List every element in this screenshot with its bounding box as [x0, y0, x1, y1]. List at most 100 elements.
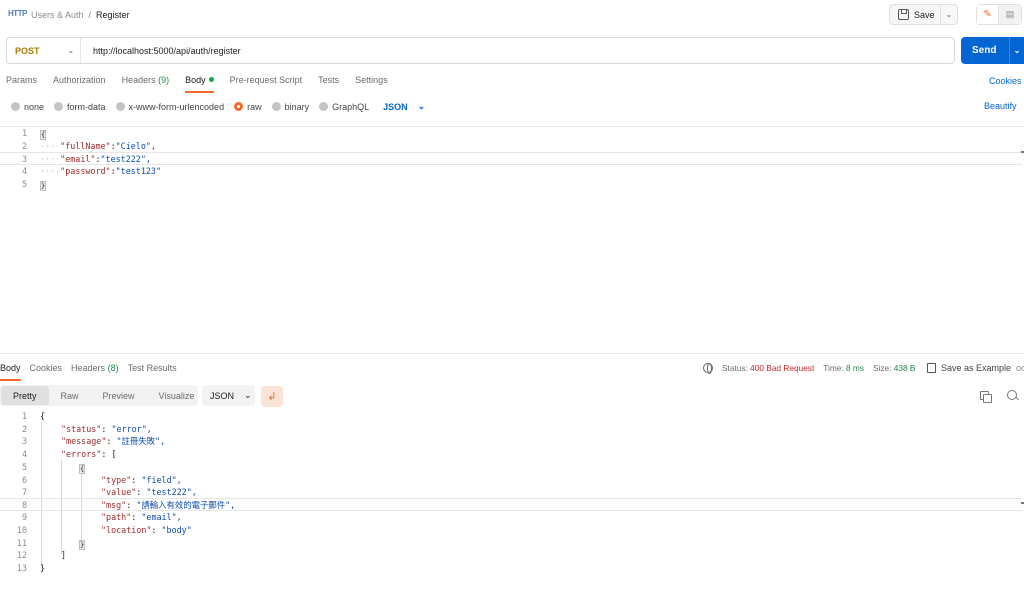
- response-tab-headers[interactable]: Headers (8): [71, 363, 119, 381]
- save-label: Save: [914, 9, 935, 20]
- body-active-dot-icon: [208, 77, 214, 82]
- editor-mode-toggle: ✎ ▤: [976, 4, 1022, 25]
- tab-pre-request-script[interactable]: Pre-request Script: [230, 75, 303, 93]
- response-line: 5 {: [0, 461, 1022, 474]
- line-number: 13: [16, 563, 27, 573]
- save-as-example-button[interactable]: Save as Example: [927, 363, 1011, 373]
- radio-selected-icon: [234, 102, 244, 111]
- body-format-select[interactable]: JSON ⌄: [383, 101, 425, 112]
- json-bracket: [: [111, 449, 117, 459]
- method-select[interactable]: POST ⌄: [7, 38, 81, 63]
- code-text: "location": "body": [101, 525, 192, 535]
- radio-circle-icon: [54, 102, 64, 111]
- save-button[interactable]: Save ⌄: [889, 4, 958, 25]
- line-number: 4: [21, 449, 27, 459]
- copy-icon[interactable]: [980, 391, 992, 403]
- response-line: 1 {: [0, 410, 1022, 423]
- radio-form-data-label: form-data: [67, 101, 106, 112]
- tab-settings[interactable]: Settings: [355, 75, 388, 93]
- radio-raw[interactable]: raw: [234, 102, 262, 112]
- tab-authorization[interactable]: Authorization: [53, 75, 106, 93]
- view-visualize[interactable]: Visualize: [147, 386, 207, 405]
- time-value[interactable]: 8 ms: [846, 363, 864, 373]
- tab-headers-label: Headers: [121, 75, 156, 85]
- response-format-select[interactable]: JSON ⌄: [202, 385, 255, 406]
- code-text: }: [40, 563, 46, 573]
- breadcrumb-separator: /: [88, 10, 92, 20]
- radio-binary[interactable]: binary: [271, 101, 310, 112]
- body-type-selector: none form-data x-www-form-urlencoded raw…: [11, 101, 425, 112]
- code-text: ]: [61, 550, 67, 560]
- radio-circle-icon: [11, 102, 20, 111]
- send-label: Send: [972, 45, 997, 56]
- line-number: 1: [21, 411, 27, 421]
- cookies-link[interactable]: Cookies: [989, 76, 1022, 86]
- search-icon[interactable]: [1007, 390, 1017, 400]
- radio-binary-label: binary: [284, 101, 310, 112]
- json-key: "location": [101, 525, 152, 535]
- radio-none[interactable]: none: [11, 102, 44, 112]
- response-body-viewer[interactable]: 1 { 2 "status": "error", 3 "message": "註…: [0, 410, 1024, 610]
- radio-form-data[interactable]: form-data: [54, 102, 106, 112]
- json-key: "fullName": [60, 141, 111, 151]
- send-button[interactable]: Send ⌄: [961, 37, 1024, 64]
- status-value[interactable]: 400 Bad Request: [750, 363, 814, 373]
- radio-graphql[interactable]: GraphQL: [319, 102, 369, 112]
- json-value: "test222",: [146, 487, 197, 497]
- response-view-selector: Pretty Raw Preview Visualize: [0, 385, 198, 406]
- radio-graphql-label: GraphQL: [332, 101, 370, 112]
- tab-body[interactable]: Body: [185, 75, 214, 93]
- radio-urlencoded[interactable]: x-www-form-urlencoded: [115, 102, 224, 112]
- line-number: 1: [21, 128, 27, 138]
- body-format-value: JSON: [383, 101, 408, 112]
- json-value: "field",: [141, 475, 182, 485]
- response-headers-count: (8): [107, 363, 119, 373]
- response-tabs: Body Cookies Headers (8) Test Results: [0, 363, 186, 381]
- response-tab-test-results[interactable]: Test Results: [128, 363, 177, 381]
- edit-mode-button[interactable]: ✎: [977, 5, 1000, 24]
- wrap-lines-icon: ↲: [267, 391, 277, 403]
- json-key: "email": [60, 154, 96, 164]
- editor-line: 4 ····"password":"test123": [0, 165, 1022, 178]
- wrap-lines-button[interactable]: ↲: [261, 386, 283, 407]
- json-key: "value": [101, 487, 137, 497]
- line-number: 9: [21, 512, 27, 522]
- save-dropdown-chevron-icon[interactable]: ⌄: [940, 5, 957, 24]
- response-line: 9 "path": "email",: [0, 511, 1022, 524]
- code-text: "message": "註冊失敗",: [61, 436, 166, 446]
- json-value: "error",: [111, 424, 152, 434]
- editor-line-current: 3 ····"email":"test222",: [0, 152, 1022, 165]
- json-key: "password": [60, 166, 111, 176]
- view-preview[interactable]: Preview: [91, 386, 147, 405]
- more-options-icon[interactable]: oo: [1016, 363, 1024, 373]
- view-raw[interactable]: Raw: [49, 386, 91, 405]
- json-value: "註冊失敗",: [116, 436, 166, 446]
- request-body-editor[interactable]: 1 { 2 ····"fullName":"Cielo", 3 ····"ema…: [0, 126, 1024, 354]
- tab-tests[interactable]: Tests: [318, 75, 339, 93]
- tab-params[interactable]: Params: [6, 75, 37, 93]
- editor-line: 1 {: [0, 127, 1022, 140]
- request-tabs: Params Authorization Headers (9) Body Pr…: [6, 75, 404, 93]
- time-label: Time:: [823, 363, 844, 373]
- response-line: 10 "location": "body": [0, 524, 1022, 537]
- view-pretty[interactable]: Pretty: [1, 386, 49, 405]
- beautify-link[interactable]: Beautify: [984, 101, 1017, 111]
- breadcrumb-collection[interactable]: Users & Auth: [31, 10, 84, 20]
- json-key: "type": [101, 475, 132, 485]
- radio-none-label: none: [24, 101, 45, 112]
- response-tab-body[interactable]: Body: [0, 363, 21, 381]
- size-value[interactable]: 438 B: [894, 363, 916, 373]
- globe-icon[interactable]: [703, 363, 713, 374]
- json-value: "test123": [115, 166, 162, 176]
- json-key: "status": [61, 424, 102, 434]
- headers-count: (9): [158, 75, 170, 85]
- url-input[interactable]: http://localhost:5000/api/auth/register: [93, 46, 241, 56]
- tab-headers[interactable]: Headers (9): [122, 75, 170, 93]
- response-tab-cookies[interactable]: Cookies: [30, 363, 63, 381]
- send-dropdown-chevron-icon[interactable]: ⌄: [1009, 37, 1024, 64]
- radio-circle-icon: [115, 102, 125, 111]
- comments-button[interactable]: ▤: [999, 5, 1021, 24]
- request-title[interactable]: Register: [96, 10, 130, 20]
- save-icon: [927, 363, 936, 373]
- json-key: "msg": [101, 500, 127, 510]
